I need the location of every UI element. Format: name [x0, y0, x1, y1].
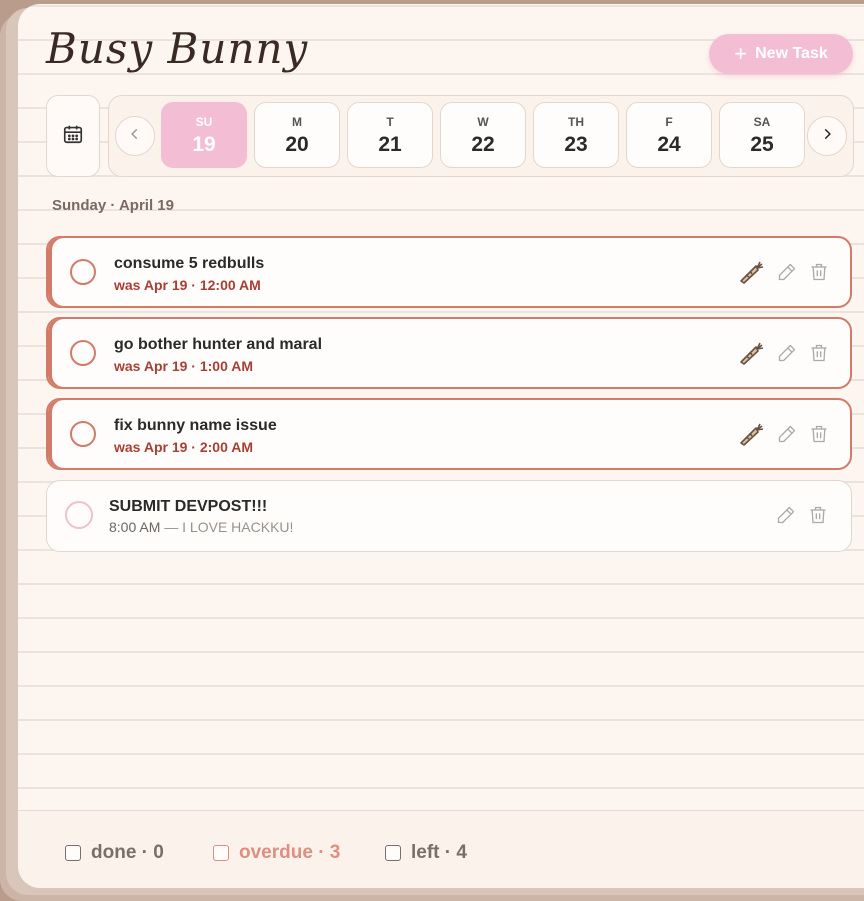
- stat-overdue[interactable]: overdue · 3: [213, 842, 340, 864]
- day-monday[interactable]: M 20: [254, 102, 340, 168]
- day-number: 19: [192, 133, 216, 156]
- task-item[interactable]: consume 5 redbulls was Apr 19 · 12:00 AM: [46, 236, 852, 308]
- day-of-week: SU: [195, 115, 213, 129]
- trash-icon[interactable]: [805, 502, 831, 528]
- stat-done-label: done · 0: [91, 842, 164, 863]
- carrot-icon[interactable]: [738, 421, 764, 447]
- task-due-time: was Apr 19 · 12:00 AM: [114, 277, 261, 293]
- task-title: SUBMIT DEVPOST!!!: [109, 498, 268, 515]
- day-number: 25: [750, 133, 774, 156]
- calendar-icon: [62, 123, 84, 150]
- carrot-icon[interactable]: [738, 259, 764, 285]
- day-thursday[interactable]: TH 23: [533, 102, 619, 168]
- pencil-icon[interactable]: [774, 340, 800, 366]
- day-saturday[interactable]: SA 25: [719, 102, 805, 168]
- day-number: 21: [378, 133, 402, 156]
- carrot-icon[interactable]: [738, 340, 764, 366]
- chevron-right-icon: [820, 127, 834, 146]
- new-task-button[interactable]: + New Task: [709, 34, 853, 74]
- day-of-week: TH: [568, 115, 584, 129]
- task-item[interactable]: go bother hunter and maral was Apr 19 · …: [46, 317, 852, 389]
- day-of-week: F: [665, 115, 673, 129]
- notebook-page: Busy Bunny + New Task SU 19 M 20 T 21 W …: [18, 4, 864, 888]
- task-time: 8:00 AM: [109, 519, 161, 535]
- task-title: go bother hunter and maral: [114, 336, 323, 353]
- day-of-week: T: [386, 115, 394, 129]
- week-strip: SU 19 M 20 T 21 W 22 TH 23 F 24 SA 25: [108, 95, 854, 177]
- pencil-icon[interactable]: [774, 421, 800, 447]
- overdue-filter-checkbox[interactable]: [213, 845, 229, 861]
- day-number: 23: [564, 133, 588, 156]
- task-time-note: 8:00 AM — I LOVE HACKKU!: [109, 519, 293, 535]
- stat-done[interactable]: done · 0: [65, 842, 164, 864]
- calendar-button[interactable]: [46, 95, 100, 177]
- next-week-button[interactable]: [807, 116, 847, 156]
- trash-icon[interactable]: [806, 340, 832, 366]
- day-tuesday[interactable]: T 21: [347, 102, 433, 168]
- pencil-icon[interactable]: [773, 502, 799, 528]
- day-number: 22: [471, 133, 495, 156]
- left-filter-checkbox[interactable]: [385, 845, 401, 861]
- day-wednesday[interactable]: W 22: [440, 102, 526, 168]
- task-due-time: was Apr 19 · 1:00 AM: [114, 358, 254, 374]
- new-task-label: New Task: [755, 45, 828, 62]
- task-complete-checkbox[interactable]: [70, 340, 96, 366]
- trash-icon[interactable]: [806, 421, 832, 447]
- task-complete-checkbox[interactable]: [65, 501, 93, 529]
- done-filter-checkbox[interactable]: [65, 845, 81, 861]
- plus-icon: +: [734, 41, 748, 66]
- stat-left-label: left · 4: [411, 842, 467, 863]
- chevron-left-icon: [128, 127, 142, 146]
- task-due-time: was Apr 19 · 2:00 AM: [114, 439, 254, 455]
- task-complete-checkbox[interactable]: [70, 421, 96, 447]
- task-complete-checkbox[interactable]: [70, 259, 96, 285]
- trash-icon[interactable]: [806, 259, 832, 285]
- task-title: consume 5 redbulls: [114, 255, 265, 272]
- pencil-icon[interactable]: [774, 259, 800, 285]
- day-sunday[interactable]: SU 19: [161, 102, 247, 168]
- app-title: Busy Bunny: [46, 24, 309, 73]
- stat-overdue-label: overdue · 3: [239, 842, 341, 863]
- stat-left[interactable]: left · 4: [385, 842, 467, 864]
- day-of-week: SA: [753, 115, 771, 129]
- task-item[interactable]: SUBMIT DEVPOST!!! 8:00 AM — I LOVE HACKK…: [46, 480, 852, 552]
- task-note: — I LOVE HACKKU!: [164, 519, 294, 535]
- day-of-week: W: [477, 115, 489, 129]
- day-number: 24: [657, 133, 681, 156]
- day-friday[interactable]: F 24: [626, 102, 712, 168]
- prev-week-button[interactable]: [115, 116, 155, 156]
- selected-date-label: Sunday · April 19: [52, 197, 174, 214]
- task-item[interactable]: fix bunny name issue was Apr 19 · 2:00 A…: [46, 398, 852, 470]
- day-number: 20: [285, 133, 309, 156]
- day-of-week: M: [292, 115, 302, 129]
- task-title: fix bunny name issue: [114, 417, 277, 434]
